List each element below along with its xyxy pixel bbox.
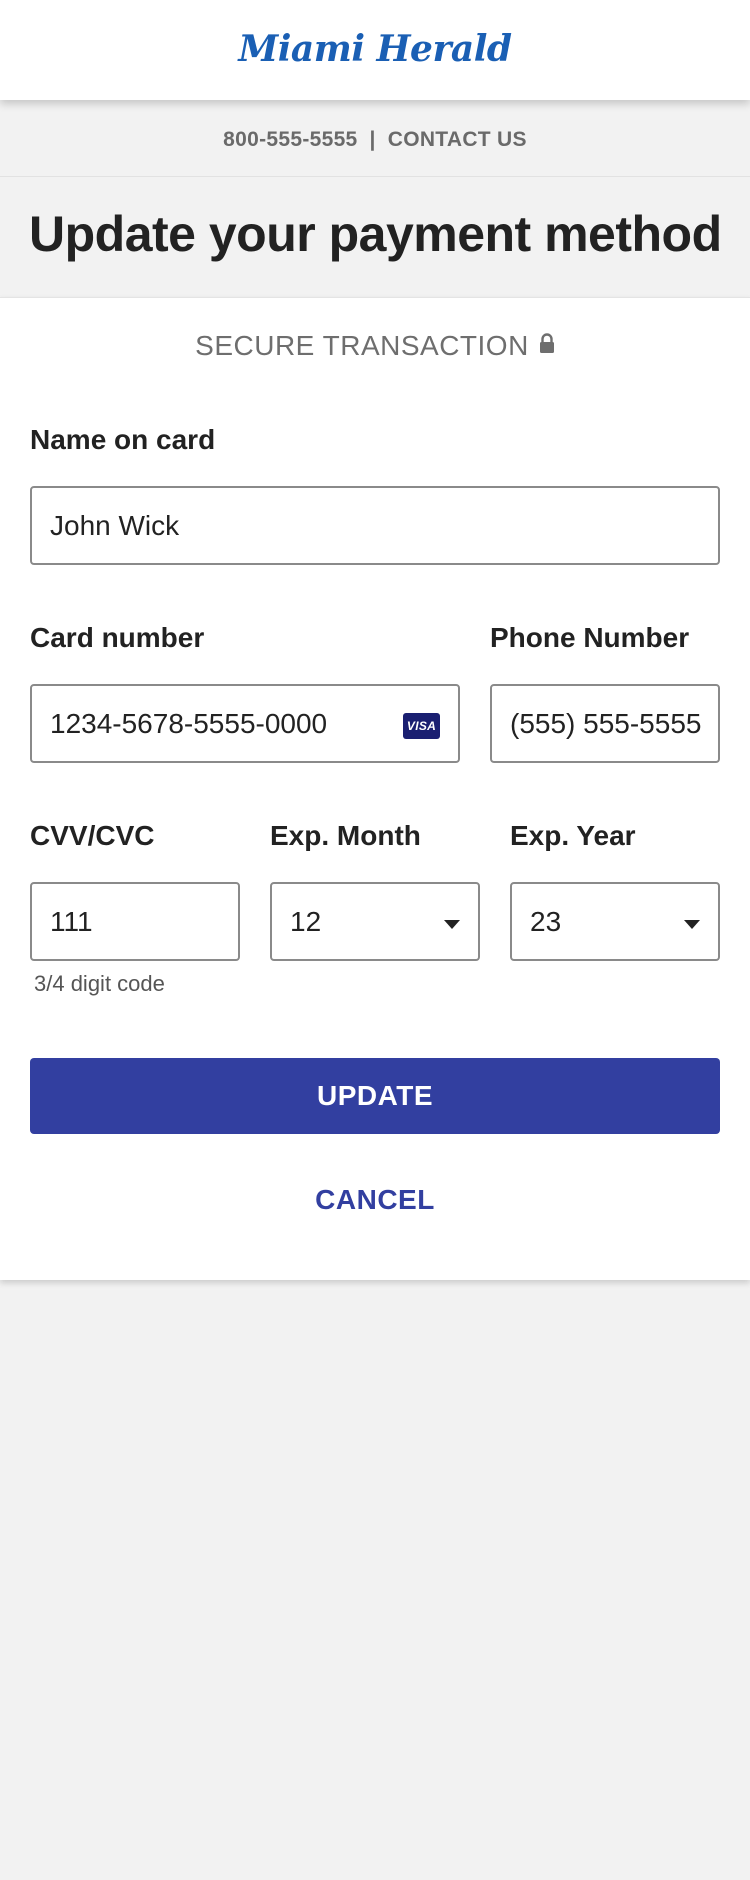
payment-form-card: SECURE TRANSACTION Name on card John Wic… [0,297,750,1280]
cvv-label: CVV/CVC [30,820,155,851]
lock-icon [539,328,555,360]
exp-year-value: 23 [530,906,562,937]
cvv-input[interactable]: 111 [30,882,240,961]
name-on-card-value: John Wick [50,510,180,541]
page-title: Update your payment method [29,206,722,262]
contact-separator: | [369,128,376,151]
site-header: Miami Herald [0,0,750,100]
card-number-label: Card number [30,622,205,653]
contact-us-link[interactable]: CONTACT US [388,128,527,151]
exp-month-label: Exp. Month [270,820,421,851]
exp-month-value: 12 [290,906,322,937]
name-on-card-input[interactable]: John Wick [30,486,720,565]
secure-transaction-text: SECURE TRANSACTION [195,330,529,361]
phone-number-input[interactable]: (555) 555-5555 [490,684,720,763]
chevron-down-icon [684,920,700,929]
exp-month-select[interactable]: 12 [270,882,480,961]
exp-year-select[interactable]: 23 [510,882,720,961]
name-on-card-label: Name on card [30,424,216,455]
chevron-down-icon [444,920,460,929]
title-band: Update your payment method [0,177,750,297]
secure-transaction-badge: SECURE TRANSACTION [0,330,750,364]
phone-number-value: (555) 555-5555 [510,708,702,739]
contact-bar: 800-555-5555 | CONTACT US [0,100,750,177]
card-number-input[interactable]: 1234-5678-5555-0000 VISA [30,684,460,763]
phone-number-label: Phone Number [490,622,690,653]
contact-phone-link[interactable]: 800-555-5555 [223,128,357,151]
miami-herald-logo[interactable]: Miami Herald [0,28,750,70]
visa-card-icon: VISA [403,713,440,739]
cvv-hint: 3/4 digit code [34,971,165,996]
cancel-link[interactable]: CANCEL [0,1184,750,1216]
card-number-value: 1234-5678-5555-0000 [50,708,328,739]
update-button[interactable]: UPDATE [30,1058,720,1134]
cvv-value: 111 [50,906,93,937]
exp-year-label: Exp. Year [510,820,636,851]
